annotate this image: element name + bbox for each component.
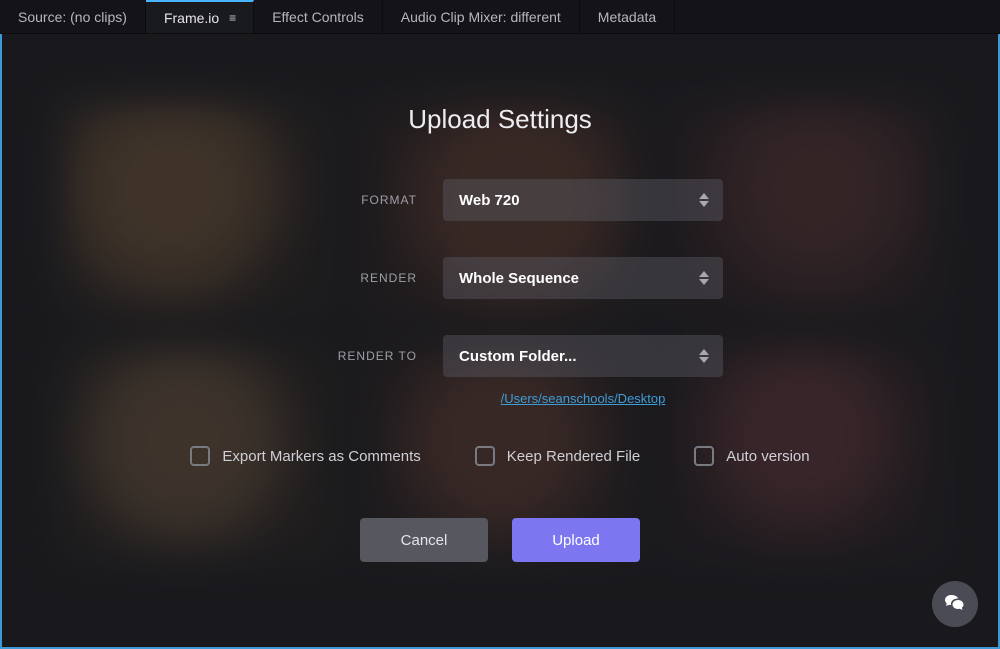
checkbox-label: Keep Rendered File: [507, 448, 640, 465]
tab-source[interactable]: Source: (no clips): [0, 0, 146, 33]
render-to-value: Custom Folder...: [459, 348, 577, 365]
format-select[interactable]: Web 720: [443, 179, 723, 221]
tab-frameio[interactable]: Frame.io ≡: [146, 0, 254, 33]
button-label: Cancel: [401, 532, 448, 549]
checkbox-icon: [190, 446, 210, 466]
render-to-select[interactable]: Custom Folder...: [443, 335, 723, 377]
format-value: Web 720: [459, 192, 520, 209]
render-to-label: RENDER TO: [277, 349, 417, 363]
checkbox-label: Auto version: [726, 448, 809, 465]
button-label: Upload: [552, 532, 600, 549]
checkbox-label: Export Markers as Comments: [222, 448, 420, 465]
tab-label: Source: (no clips): [18, 9, 127, 25]
cancel-button[interactable]: Cancel: [360, 518, 488, 562]
render-select[interactable]: Whole Sequence: [443, 257, 723, 299]
upload-button[interactable]: Upload: [512, 518, 640, 562]
tab-label: Audio Clip Mixer: different: [401, 9, 561, 25]
tab-metadata[interactable]: Metadata: [580, 0, 675, 33]
checkbox-export-markers[interactable]: Export Markers as Comments: [190, 446, 420, 466]
stepper-icon: [699, 179, 709, 221]
tab-audio-clip-mixer[interactable]: Audio Clip Mixer: different: [383, 0, 580, 33]
frameio-panel: Upload Settings FORMAT Web 720 RENDER Wh…: [0, 34, 1000, 649]
render-value: Whole Sequence: [459, 270, 579, 287]
chat-icon: [943, 592, 967, 616]
upload-settings-dialog: Upload Settings FORMAT Web 720 RENDER Wh…: [2, 34, 998, 647]
checkbox-auto-version[interactable]: Auto version: [694, 446, 809, 466]
render-label: RENDER: [277, 271, 417, 285]
stepper-icon: [699, 257, 709, 299]
dialog-title: Upload Settings: [408, 104, 592, 135]
tab-label: Frame.io: [164, 10, 219, 26]
panel-menu-icon[interactable]: ≡: [229, 11, 235, 25]
tab-label: Metadata: [598, 9, 656, 25]
panel-tabbar: Source: (no clips) Frame.io ≡ Effect Con…: [0, 0, 1000, 34]
tab-effect-controls[interactable]: Effect Controls: [254, 0, 383, 33]
tab-label: Effect Controls: [272, 9, 364, 25]
checkbox-icon: [694, 446, 714, 466]
checkbox-icon: [475, 446, 495, 466]
chat-fab[interactable]: [932, 581, 978, 627]
stepper-icon: [699, 335, 709, 377]
checkbox-keep-rendered[interactable]: Keep Rendered File: [475, 446, 640, 466]
render-path-link[interactable]: /Users/seanschools/Desktop: [501, 391, 666, 406]
format-label: FORMAT: [277, 193, 417, 207]
